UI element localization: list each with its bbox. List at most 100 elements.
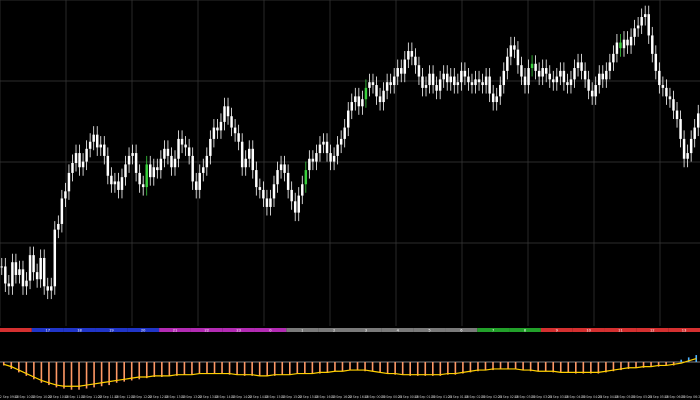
candle-body [555,76,559,83]
candle-body [364,87,368,100]
candle-body [619,42,622,49]
candle-body [583,70,587,80]
candle-body [283,164,286,173]
candle-body [187,147,191,156]
candle-body [194,181,198,190]
candle-body [513,45,516,50]
candle-body [456,82,460,86]
candle-body [64,191,67,199]
candle-body [679,119,682,139]
candle-body [152,167,156,178]
candle-body [502,70,506,86]
candle-body [325,141,329,154]
candle-body [141,184,145,188]
candle-body [184,144,187,148]
candle-body [170,155,173,168]
candle-body [608,62,612,71]
candle-body [389,82,392,86]
candle-body [117,181,120,190]
candle-body [237,133,240,142]
candle-body [301,184,304,196]
candle-body [693,127,696,139]
candle-body [191,155,194,182]
candle-body [576,62,580,69]
session-label: 1 [301,328,303,332]
candle[interactable] [53,221,57,295]
candle-body [103,144,106,156]
candle-body [435,85,438,91]
candle-body [21,269,25,287]
candle-body [240,141,244,168]
candle-body [28,255,32,281]
candle-body [382,90,385,103]
candle-body [474,79,477,86]
candle-body [495,96,498,103]
candle-body [396,68,399,77]
session-label: 23 [236,328,241,332]
candle-body [315,153,318,162]
candle-body [672,99,675,111]
candle-body [131,153,134,156]
candle-body [428,73,431,86]
candle-body [35,272,39,280]
candle-body [438,79,442,91]
candle-body [453,76,456,86]
candle-body [198,172,201,190]
candle-body [643,14,647,18]
candle-body [414,56,417,66]
candle-body [329,153,332,162]
candle-body [470,82,474,86]
candle-body [262,189,265,199]
candle-body [375,85,378,97]
candle-body [658,70,661,86]
candle-body [304,170,308,185]
candle-body [81,161,85,168]
candle-body [216,127,219,131]
candle-body [166,148,170,156]
candle-body [590,90,594,97]
candle-body [205,155,209,168]
candle-body [537,70,541,77]
candle-body [407,51,410,60]
candle-body [421,76,424,88]
candle-body [42,257,46,287]
candle-body [110,175,113,185]
candle-body [290,189,293,202]
candle-body [636,25,640,29]
candle-body [665,87,668,97]
candle-body [255,170,258,188]
candle-body [223,106,226,122]
candle-body [431,73,435,86]
candle-body [633,28,636,37]
candle-body [265,198,269,207]
candle-body [46,286,49,291]
candle-body [477,79,481,83]
candle-body [612,53,615,63]
candle-body [78,153,81,168]
candle-body [598,73,601,86]
candle-body [138,172,141,185]
candle-body [163,148,166,159]
session-label: 5 [428,328,430,332]
candle-body [276,170,279,185]
candle-body [675,110,679,120]
candle-body [25,280,28,287]
candle-body [343,127,346,139]
candle-body [527,68,530,86]
candle-body [269,198,272,207]
candle-body [491,93,495,103]
candle-body [71,163,74,173]
candle-body [212,127,216,139]
candle-body [682,138,686,159]
x-axis-ticks: 22 Sep 09:4022 Sep 10:0022 Sep 10:2022 S… [0,395,700,399]
candle-body [50,286,53,291]
candle-body [569,79,573,86]
candle-body [124,164,127,178]
candle-body [467,76,470,83]
candle-body [127,155,131,165]
candle-body [392,76,396,86]
candle-body [544,68,548,74]
candle-body [159,158,163,171]
candle-body [647,14,650,36]
x-tick-label: 23 Sep 06:20 [681,395,700,399]
